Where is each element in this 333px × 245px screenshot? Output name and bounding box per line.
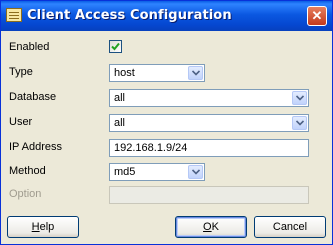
chevron-down-icon [191, 169, 200, 175]
dialog-window: Client Access Configuration ✕ Enabled Ty… [0, 0, 333, 245]
chevron-down-icon [295, 120, 304, 126]
user-value: all [114, 117, 126, 129]
database-label: Database [9, 91, 57, 103]
type-value: host [114, 67, 135, 79]
database-value: all [114, 92, 126, 104]
dialog-content: Enabled Type host Database all User all [1, 31, 332, 244]
ip-address-input[interactable]: 192.168.1.9/24 [109, 139, 309, 157]
cancel-button[interactable]: Cancel [254, 216, 326, 238]
title-bar[interactable]: Client Access Configuration ✕ [1, 1, 332, 31]
user-select[interactable]: all [109, 114, 309, 132]
app-icon [6, 8, 22, 22]
help-button[interactable]: Help [7, 216, 79, 238]
type-label: Type [9, 66, 33, 78]
database-dropdown-button[interactable] [292, 91, 307, 105]
ok-mnemonic: O [203, 221, 212, 233]
enabled-checkbox[interactable] [109, 40, 122, 53]
close-icon: ✕ [311, 8, 323, 23]
database-select[interactable]: all [109, 89, 309, 107]
window-title: Client Access Configuration [27, 8, 232, 23]
type-dropdown-button[interactable] [188, 66, 203, 80]
ip-address-label: IP Address [9, 141, 62, 153]
ok-button[interactable]: OK [175, 216, 247, 238]
close-button[interactable]: ✕ [307, 6, 327, 26]
method-select[interactable]: md5 [109, 163, 205, 181]
chevron-down-icon [191, 70, 200, 76]
checkmark-icon [111, 42, 120, 51]
help-mnemonic: H [31, 221, 40, 233]
user-label: User [9, 116, 33, 128]
chevron-down-icon [295, 95, 304, 101]
method-label: Method [9, 165, 46, 177]
user-dropdown-button[interactable] [292, 116, 307, 130]
option-label: Option [9, 188, 42, 200]
ip-address-value: 192.168.1.9/24 [114, 142, 188, 154]
enabled-label: Enabled [9, 41, 50, 53]
method-dropdown-button[interactable] [188, 165, 203, 179]
type-select[interactable]: host [109, 64, 205, 82]
method-value: md5 [114, 166, 136, 178]
option-input [109, 186, 309, 204]
